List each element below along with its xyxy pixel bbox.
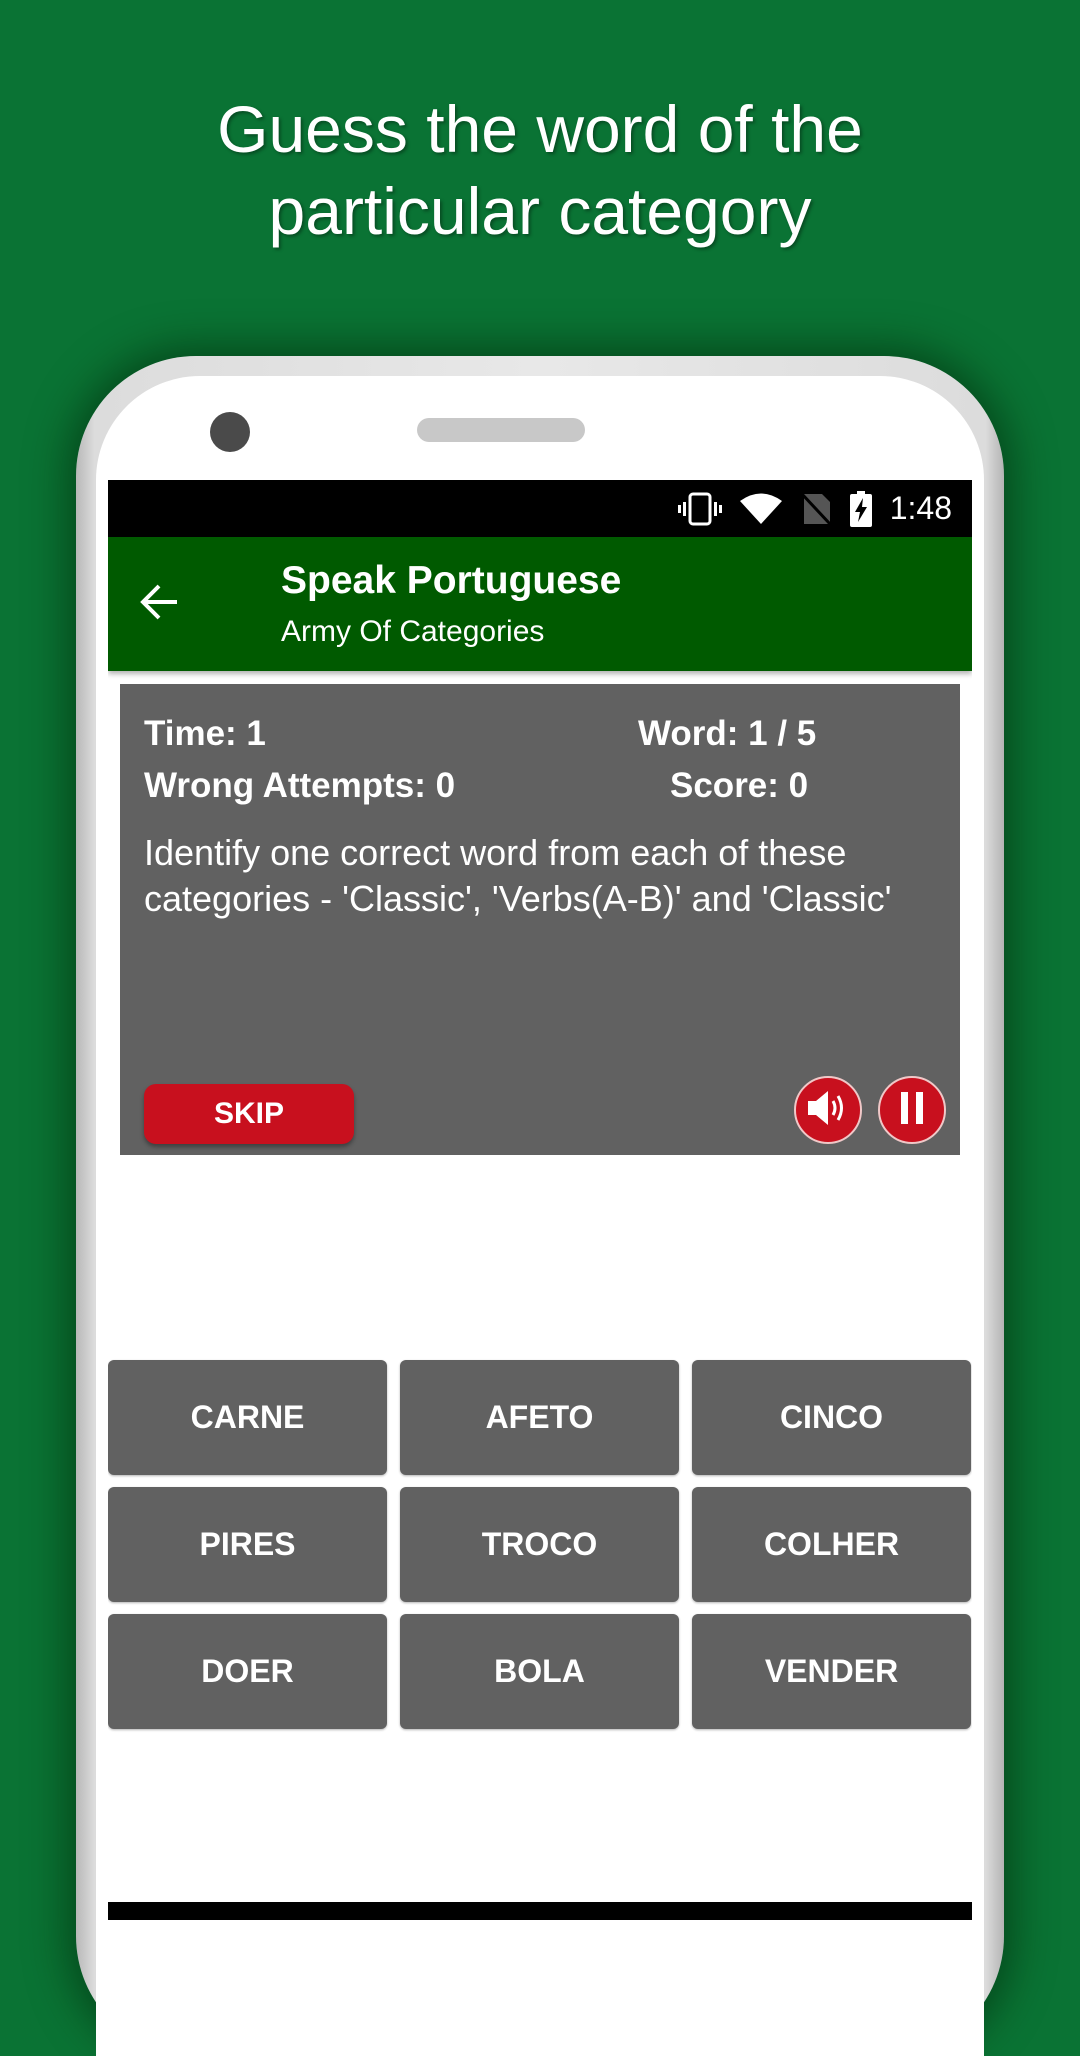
word-option-button[interactable]: VENDER [692, 1614, 971, 1729]
phone-camera [210, 412, 250, 452]
game-panel: Time: 1 Word: 1 / 5 Wrong Attempts: 0 Sc… [120, 684, 960, 1155]
status-bar: 1:48 [108, 480, 972, 537]
promo-headline: Guess the word of the particular categor… [0, 88, 1080, 252]
status-time: 1:48 [889, 490, 952, 526]
wifi-icon [739, 492, 782, 526]
app-bar: Speak Portuguese Army Of Categories [108, 537, 972, 671]
word-option-button[interactable]: TROCO [400, 1487, 679, 1602]
no-sim-icon [800, 492, 832, 526]
app-subtitle: Army Of Categories [281, 615, 545, 648]
pause-icon [897, 1090, 927, 1131]
speaker-icon [806, 1088, 850, 1133]
phone-speaker [417, 418, 585, 442]
arrow-back-icon [139, 582, 179, 627]
word-option-button[interactable]: CINCO [692, 1360, 971, 1475]
promo-line-2: particular category [268, 174, 812, 248]
word-option-button[interactable]: DOER [108, 1614, 387, 1729]
word-counter: Word: 1 / 5 [638, 714, 817, 753]
battery-charging-icon [849, 490, 872, 527]
time-counter: Time: 1 [144, 714, 266, 753]
vibrate-icon [677, 492, 722, 526]
instructions-text: Identify one correct word from each of t… [144, 832, 892, 919]
app-title: Speak Portuguese [281, 559, 622, 602]
word-options-grid: CARNE AFETO CINCO PIRES TROCO COLHER DOE… [108, 1360, 972, 1729]
wrong-attempts-counter: Wrong Attempts: 0 [144, 766, 456, 805]
word-option-button[interactable]: BOLA [400, 1614, 679, 1729]
skip-label: SKIP [213, 1097, 285, 1130]
phone-screen: 1:48 Speak Portuguese Army Of Categories… [108, 480, 972, 1920]
word-option-button[interactable]: CARNE [108, 1360, 387, 1475]
promo-line-1: Guess the word of the [217, 92, 863, 166]
word-option-button[interactable]: AFETO [400, 1360, 679, 1475]
word-option-button[interactable]: PIRES [108, 1487, 387, 1602]
score-counter: Score: 0 [670, 766, 809, 805]
pause-button[interactable] [878, 1076, 946, 1144]
sound-button[interactable] [794, 1076, 862, 1144]
back-button[interactable] [130, 575, 188, 633]
navigation-bar [108, 1902, 972, 1920]
word-option-button[interactable]: COLHER [692, 1487, 971, 1602]
skip-button[interactable]: SKIP [144, 1084, 354, 1144]
